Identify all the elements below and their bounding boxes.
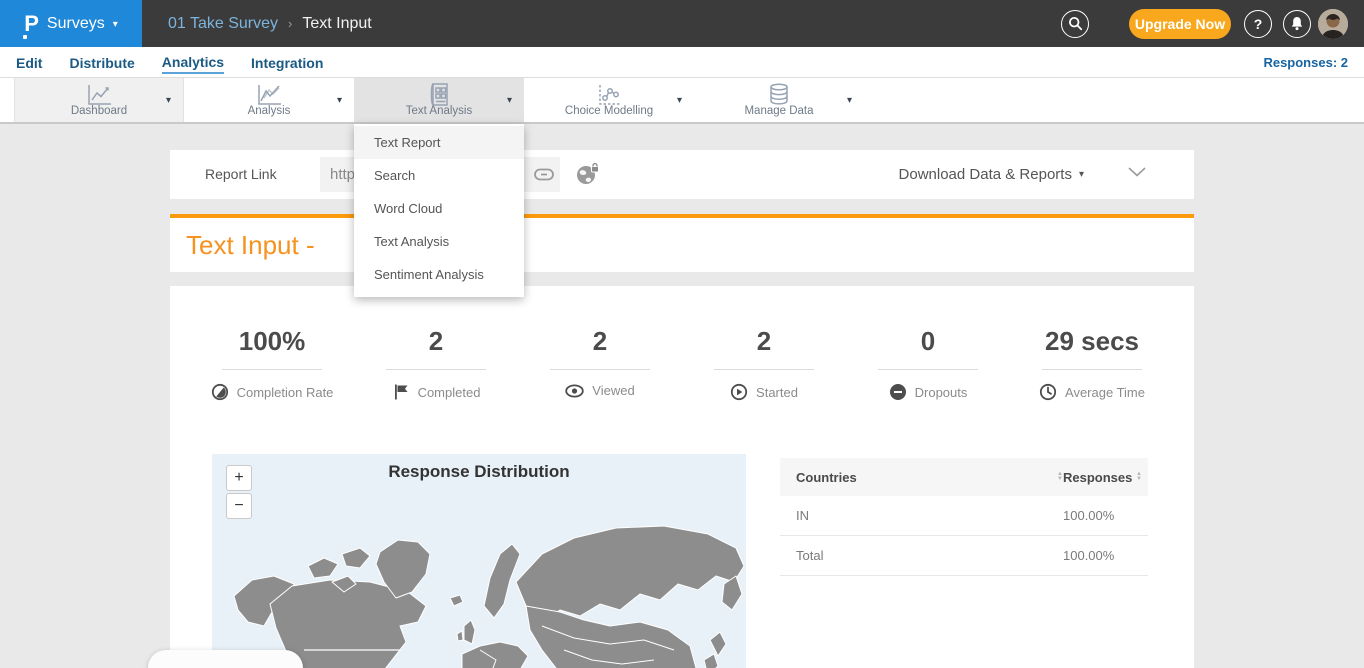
subnav-edit[interactable]: Edit <box>16 51 42 73</box>
country-cell: IN <box>780 508 1063 523</box>
top-header-bar: P Surveys ▾ 01 Take Survey › Text Input … <box>0 0 1364 47</box>
chevron-down-icon: ▾ <box>113 19 118 30</box>
menu-item-word-cloud[interactable]: Word Cloud <box>354 192 524 225</box>
stat-completion-rate: 100% Completion Rate <box>190 326 354 401</box>
responses-cell: 100.00% <box>1063 508 1148 523</box>
stat-dropouts: 0 Dropouts <box>846 326 1010 401</box>
eye-icon <box>565 384 584 398</box>
copy-link-button[interactable] <box>528 157 560 192</box>
questionpro-logo-icon: P <box>24 13 39 35</box>
menu-item-sentiment-analysis[interactable]: Sentiment Analysis <box>354 258 524 291</box>
analytics-summary-card: 100% Completion Rate 2 <box>170 286 1194 668</box>
help-button[interactable]: ? <box>1244 10 1272 38</box>
country-cell: Total <box>780 548 1063 563</box>
report-link-label: Report Link <box>205 166 277 182</box>
divider <box>386 369 486 370</box>
responses-count: Responses: 2 <box>1263 47 1348 77</box>
divider <box>714 369 814 370</box>
flag-icon <box>392 383 410 401</box>
chevron-down-icon[interactable]: ▾ <box>847 95 852 106</box>
scatter-chart-icon <box>594 82 624 108</box>
menu-item-search[interactable]: Search <box>354 159 524 192</box>
divider <box>1042 369 1142 370</box>
user-avatar[interactable] <box>1318 9 1348 39</box>
clock-icon <box>1039 383 1057 401</box>
question-title: Text Input - <box>186 230 315 261</box>
table-row-total: Total 100.00% <box>780 536 1148 576</box>
bell-icon <box>1290 16 1304 31</box>
breadcrumb-survey-link[interactable]: 01 Take Survey <box>168 15 278 33</box>
survey-subnav: Edit Distribute Analytics Integration Re… <box>0 47 1364 78</box>
database-icon <box>764 82 794 108</box>
notifications-button[interactable] <box>1283 10 1311 38</box>
tab-analysis[interactable]: Analysis ▾ <box>184 78 354 122</box>
completion-gauge-icon <box>211 383 229 401</box>
stat-average-time: 29 secs Average Time <box>1010 326 1174 401</box>
map-title: Response Distribution <box>212 462 746 482</box>
responses-cell: 100.00% <box>1063 548 1148 563</box>
stat-started: 2 Started <box>682 326 846 401</box>
app-window: P Surveys ▾ 01 Take Survey › Text Input … <box>0 0 1364 668</box>
link-icon <box>534 168 554 181</box>
subnav-analytics[interactable]: Analytics <box>162 50 224 74</box>
minus-circle-icon <box>889 383 907 401</box>
stat-completed: 2 Completed <box>354 326 518 401</box>
line-chart-icon <box>84 82 114 108</box>
tab-text-analysis[interactable]: Text Analysis ▾ <box>354 78 524 122</box>
analysis-chart-icon <box>254 82 284 108</box>
sort-icon[interactable]: ▲▼ <box>1136 472 1142 482</box>
divider <box>222 369 322 370</box>
upgrade-now-button[interactable]: Upgrade Now <box>1129 9 1231 39</box>
corner-widget <box>148 650 303 668</box>
chevron-down-icon[interactable]: ▾ <box>166 95 171 106</box>
analytics-toolbar: Dashboard ▾ Analysis ▾ Text Analysis <box>0 78 1364 124</box>
map-zoom-in-button[interactable]: + <box>226 465 252 491</box>
question-title-card: Text Input - <box>170 214 1194 272</box>
text-analysis-dropdown-menu: Text Report Search Word Cloud Text Analy… <box>354 124 524 297</box>
share-web-button[interactable] <box>575 161 601 187</box>
avatar-photo-icon <box>1318 9 1348 39</box>
breadcrumb-current-page: Text Input <box>302 15 371 33</box>
chevron-down-icon[interactable]: ▾ <box>677 95 682 106</box>
menu-item-text-report[interactable]: Text Report <box>354 126 524 159</box>
subnav-integration[interactable]: Integration <box>251 51 323 73</box>
chevron-down-icon[interactable]: ▾ <box>337 95 342 106</box>
table-row: IN 100.00% <box>780 496 1148 536</box>
chevron-down-icon[interactable]: ▾ <box>507 95 512 106</box>
download-data-reports-button[interactable]: Download Data & Reports ▾ <box>899 150 1084 199</box>
chevron-down-icon <box>1128 167 1146 177</box>
search-icon <box>1068 16 1083 31</box>
tab-dashboard[interactable]: Dashboard ▾ <box>14 78 184 122</box>
question-mark-icon: ? <box>1254 16 1263 32</box>
collapse-section-button[interactable] <box>1128 167 1146 177</box>
breadcrumb-separator-icon: › <box>288 16 292 31</box>
menu-item-text-analysis[interactable]: Text Analysis <box>354 225 524 258</box>
map-zoom-out-button[interactable]: − <box>226 493 252 519</box>
text-report-icon <box>424 82 454 108</box>
countries-column-header[interactable]: Countries <box>796 470 857 485</box>
world-map-image <box>212 454 746 668</box>
brand-menu[interactable]: P Surveys ▾ <box>0 0 142 47</box>
countries-table: Countries ▲▼ Responses ▲▼ IN 100.00% Tot… <box>780 458 1148 576</box>
divider <box>878 369 978 370</box>
breadcrumb: 01 Take Survey › Text Input <box>168 0 372 47</box>
product-name: Surveys <box>47 15 105 33</box>
tab-manage-data[interactable]: Manage Data ▾ <box>694 78 864 122</box>
search-button[interactable] <box>1061 10 1089 38</box>
divider <box>550 369 650 370</box>
stat-viewed: 2 Viewed <box>518 326 682 401</box>
tab-choice-modelling[interactable]: Choice Modelling ▾ <box>524 78 694 122</box>
globe-lock-icon <box>576 163 600 185</box>
responses-column-header[interactable]: Responses <box>1063 470 1132 485</box>
play-circle-icon <box>730 383 748 401</box>
report-link-card: Report Link Download Data & Reports ▾ <box>170 150 1194 199</box>
chevron-down-icon: ▾ <box>1079 169 1084 180</box>
stats-row: 100% Completion Rate 2 <box>190 326 1174 401</box>
subnav-distribute[interactable]: Distribute <box>69 51 134 73</box>
countries-table-header: Countries ▲▼ Responses ▲▼ <box>780 458 1148 496</box>
response-distribution-map[interactable]: Response Distribution + − <box>212 454 746 668</box>
